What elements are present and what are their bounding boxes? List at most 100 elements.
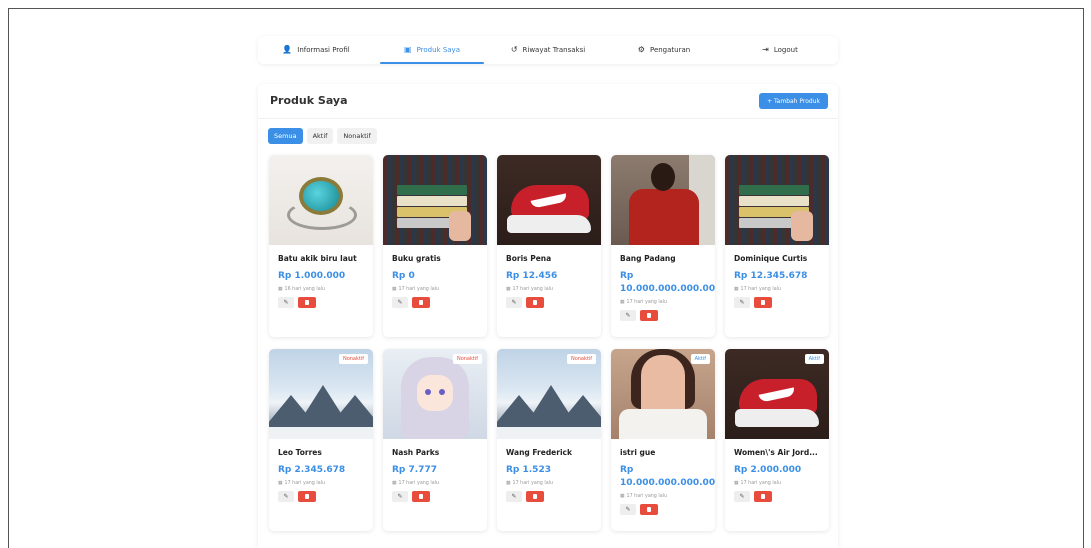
card-actions: ✎ [278, 297, 364, 308]
card-actions: ✎ [506, 297, 592, 308]
calendar-icon: ▦ [278, 287, 283, 292]
product-card[interactable]: Nonaktif Nash Parks Rp 7.777 ▦ 17 hari yang … [383, 349, 487, 531]
edit-button[interactable]: ✎ [278, 491, 294, 502]
user-icon: 👤 [282, 45, 293, 54]
trash-icon [761, 494, 765, 499]
delete-button[interactable] [526, 491, 544, 502]
product-name: Batu akik biru laut [278, 254, 357, 263]
product-image [611, 155, 715, 245]
card-actions: ✎ [392, 491, 478, 502]
product-name: Nash Parks [392, 448, 440, 457]
trash-icon [419, 494, 423, 499]
edit-button[interactable]: ✎ [278, 297, 294, 308]
gear-icon: ⚙ [637, 45, 645, 54]
nav-riwayat-transaksi[interactable]: ↺ Riwayat Transaksi [490, 36, 606, 64]
product-card[interactable]: Aktif istri gue Rp 10.000.000.000.000 ▦ 17 h… [611, 349, 715, 531]
edit-icon: ✎ [739, 299, 745, 306]
filter-nonaktif[interactable]: Nonaktif [337, 128, 377, 144]
delete-button[interactable] [526, 297, 544, 308]
nav-logout[interactable]: ⇥ Logout [722, 36, 838, 64]
nav-informasi-profil[interactable]: 👤 Informasi Profil [258, 36, 374, 64]
product-card[interactable]: Nonaktif Wang Frederick Rp 1.523 ▦ 17 hari y… [497, 349, 601, 531]
product-time: ▦ 16 hari yang lalu [278, 287, 364, 292]
product-card[interactable]: Boris Pena Rp 12.456 ▦ 17 hari yang lalu ✎ [497, 155, 601, 337]
delete-button[interactable] [640, 504, 658, 515]
nav-produk-saya[interactable]: ▣ Produk Saya [374, 36, 490, 64]
edit-button[interactable]: ✎ [392, 491, 408, 502]
time-text: 17 hari yang lalu [284, 481, 326, 486]
product-image [497, 155, 601, 245]
logout-icon: ⇥ [762, 45, 769, 54]
product-image: Aktif [611, 349, 715, 439]
edit-button[interactable]: ✎ [392, 297, 408, 308]
product-price: Rp 10.000.000.000.000 [620, 465, 715, 488]
product-time: ▦ 17 hari yang lalu [620, 494, 706, 499]
time-text: 17 hari yang lalu [398, 481, 440, 486]
status-badge: Aktif [804, 354, 824, 364]
delete-button[interactable] [754, 491, 772, 502]
product-card[interactable]: Bang Padang Rp 10.000.000.000.000 ▦ 17 hari… [611, 155, 715, 337]
product-image: Nonaktif [383, 349, 487, 439]
edit-button[interactable]: ✎ [506, 491, 522, 502]
edit-icon: ✎ [283, 299, 289, 306]
page-title: Produk Saya [270, 94, 348, 107]
filter-semua[interactable]: Semua [268, 128, 303, 144]
time-text: 17 hari yang lalu [512, 481, 554, 486]
product-card[interactable]: Nonaktif Leo Torres Rp 2.345.678 ▦ 17 hari y… [269, 349, 373, 531]
product-time: ▦ 17 hari yang lalu [734, 481, 820, 486]
product-time: ▦ 17 hari yang lalu [620, 300, 706, 305]
delete-button[interactable] [298, 297, 316, 308]
product-name: Dominique Curtis [734, 254, 808, 263]
edit-button[interactable]: ✎ [734, 297, 750, 308]
product-name: istri gue [620, 448, 656, 457]
edit-icon: ✎ [397, 299, 403, 306]
product-card[interactable]: Aktif Women\'s Air Jord... Rp 2.000.000 ▦ 17… [725, 349, 829, 531]
edit-button[interactable]: ✎ [620, 504, 636, 515]
product-card[interactable]: Dominique Curtis Rp 12.345.678 ▦ 17 hari ya… [725, 155, 829, 337]
nav-label: Pengaturan [649, 46, 691, 54]
edit-icon: ✎ [283, 493, 289, 500]
edit-icon: ✎ [511, 299, 517, 306]
status-badge: Nonaktif [566, 354, 596, 364]
trash-icon [533, 494, 537, 499]
edit-button[interactable]: ✎ [734, 491, 750, 502]
divider [258, 118, 838, 119]
product-image [269, 155, 373, 245]
calendar-icon: ▦ [734, 481, 739, 486]
trash-icon [647, 507, 651, 512]
box-icon: ▣ [404, 45, 412, 54]
product-card[interactable]: Batu akik biru laut Rp 1.000.000 ▦ 16 hari … [269, 155, 373, 337]
card-actions: ✎ [278, 491, 364, 502]
calendar-icon: ▦ [392, 287, 397, 292]
delete-button[interactable] [412, 491, 430, 502]
trash-icon [647, 313, 651, 318]
trash-icon [305, 494, 309, 499]
delete-button[interactable] [298, 491, 316, 502]
edit-icon: ✎ [511, 493, 517, 500]
card-actions: ✎ [734, 297, 820, 308]
delete-button[interactable] [754, 297, 772, 308]
status-badge: Nonaktif [338, 354, 368, 364]
add-product-button[interactable]: + Tambah Produk [759, 93, 828, 109]
product-time: ▦ 17 hari yang lalu [392, 481, 478, 486]
nav-label: Riwayat Transaksi [522, 46, 586, 54]
product-name: Leo Torres [278, 448, 322, 457]
filter-aktif[interactable]: Aktif [306, 128, 334, 144]
trash-icon [761, 300, 765, 305]
delete-button[interactable] [412, 297, 430, 308]
product-time: ▦ 17 hari yang lalu [734, 287, 820, 292]
product-image: Nonaktif [269, 349, 373, 439]
calendar-icon: ▦ [278, 481, 283, 486]
delete-button[interactable] [640, 310, 658, 321]
product-image [383, 155, 487, 245]
product-image: Aktif [725, 349, 829, 439]
history-icon: ↺ [510, 45, 518, 54]
edit-button[interactable]: ✎ [620, 310, 636, 321]
product-card[interactable]: Buku gratis Rp 0 ▦ 17 hari yang lalu ✎ [383, 155, 487, 337]
product-price: Rp 0 [392, 271, 415, 281]
time-text: 16 hari yang lalu [284, 287, 326, 292]
edit-button[interactable]: ✎ [506, 297, 522, 308]
nav-pengaturan[interactable]: ⚙ Pengaturan [606, 36, 722, 64]
product-name: Women\'s Air Jord... [734, 448, 818, 457]
filter-tabs: Semua Aktif Nonaktif [268, 128, 377, 144]
